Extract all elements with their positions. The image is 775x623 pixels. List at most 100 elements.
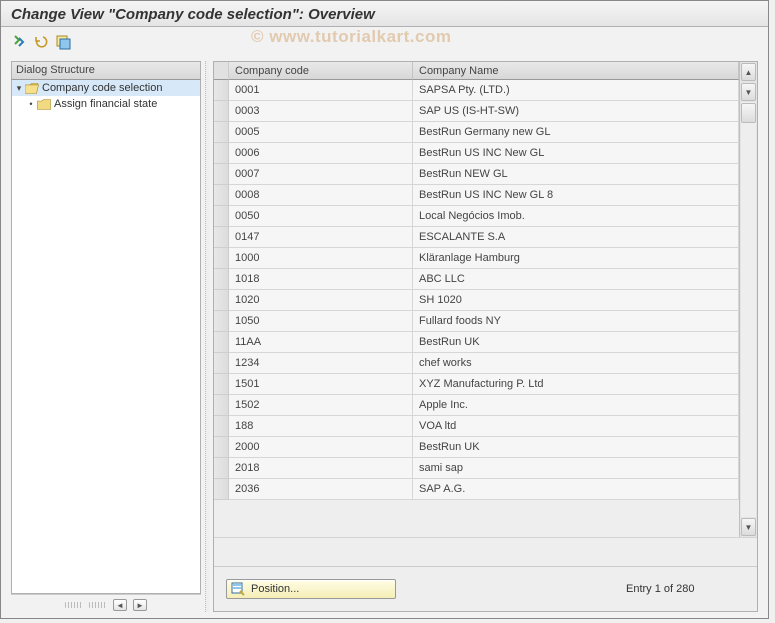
cell-company-code[interactable]: 1501	[229, 374, 413, 395]
row-handle[interactable]	[214, 311, 229, 332]
other-entries-icon[interactable]	[11, 34, 27, 50]
row-handle[interactable]	[214, 185, 229, 206]
table-row[interactable]: 11AABestRun UK	[214, 332, 739, 353]
scroll-thumb[interactable]	[741, 103, 756, 123]
cell-company-code[interactable]: 0007	[229, 164, 413, 185]
table-row[interactable]: 1050Fullard foods NY	[214, 311, 739, 332]
cell-company-name[interactable]: BestRun NEW GL	[413, 164, 739, 185]
row-handle[interactable]	[214, 395, 229, 416]
scroll-down-end-button[interactable]: ▼	[741, 518, 756, 536]
cell-company-name[interactable]: BestRun US INC New GL 8	[413, 185, 739, 206]
row-handle[interactable]	[214, 374, 229, 395]
cell-company-name[interactable]: sami sap	[413, 458, 739, 479]
row-handle[interactable]	[214, 290, 229, 311]
cell-company-code[interactable]: 1018	[229, 269, 413, 290]
row-handle[interactable]	[214, 80, 229, 101]
scroll-up-button[interactable]: ▲	[741, 63, 756, 81]
table-row[interactable]: 1501XYZ Manufacturing P. Ltd	[214, 374, 739, 395]
tree-node-company-code-selection[interactable]: ▾ Company code selection	[12, 80, 200, 96]
table-row[interactable]: 0147ESCALANTE S.A	[214, 227, 739, 248]
cell-company-code[interactable]: 0006	[229, 143, 413, 164]
cell-company-name[interactable]: BestRun US INC New GL	[413, 143, 739, 164]
scroll-left-button[interactable]: ◄	[113, 599, 127, 611]
cell-company-name[interactable]: XYZ Manufacturing P. Ltd	[413, 374, 739, 395]
cell-company-name[interactable]: BestRun UK	[413, 437, 739, 458]
cell-company-code[interactable]: 0147	[229, 227, 413, 248]
cell-company-name[interactable]: Fullard foods NY	[413, 311, 739, 332]
table-row[interactable]: 188VOA ltd	[214, 416, 739, 437]
column-header-company-name[interactable]: Company Name	[413, 62, 739, 80]
cell-company-name[interactable]: SAP US (IS-HT-SW)	[413, 101, 739, 122]
tree-node-assign-financial[interactable]: • Assign financial state	[12, 96, 200, 112]
cell-company-name[interactable]: SAP A.G.	[413, 479, 739, 500]
cell-company-code[interactable]: 0005	[229, 122, 413, 143]
row-handle[interactable]	[214, 269, 229, 290]
table-row[interactable]: 2000BestRun UK	[214, 437, 739, 458]
cell-company-code[interactable]: 0008	[229, 185, 413, 206]
table-row[interactable]: 0008BestRun US INC New GL 8	[214, 185, 739, 206]
cell-company-code[interactable]: 188	[229, 416, 413, 437]
cell-company-name[interactable]: SAPSA Pty. (LTD.)	[413, 80, 739, 101]
cell-company-code[interactable]: 0003	[229, 101, 413, 122]
row-select-header[interactable]	[214, 62, 229, 80]
table-row[interactable]: 0005BestRun Germany new GL	[214, 122, 739, 143]
table-row[interactable]: 0003SAP US (IS-HT-SW)	[214, 101, 739, 122]
row-handle[interactable]	[214, 101, 229, 122]
row-handle[interactable]	[214, 227, 229, 248]
table-row[interactable]: 1018ABC LLC	[214, 269, 739, 290]
cell-company-code[interactable]: 1234	[229, 353, 413, 374]
table-row[interactable]: 0007BestRun NEW GL	[214, 164, 739, 185]
cell-company-code[interactable]: 2018	[229, 458, 413, 479]
vertical-scrollbar[interactable]: ▲ ▼ ▼	[739, 62, 757, 537]
cell-company-code[interactable]: 1000	[229, 248, 413, 269]
table-row[interactable]: 0001SAPSA Pty. (LTD.)	[214, 80, 739, 101]
cell-company-name[interactable]: Apple Inc.	[413, 395, 739, 416]
cell-company-code[interactable]: 0001	[229, 80, 413, 101]
cell-company-name[interactable]: SH 1020	[413, 290, 739, 311]
scroll-down-button[interactable]: ▼	[741, 83, 756, 101]
row-handle[interactable]	[214, 332, 229, 353]
select-all-icon[interactable]	[55, 34, 71, 50]
resize-grip[interactable]	[89, 602, 107, 608]
position-button[interactable]: Position...	[226, 579, 396, 599]
row-handle[interactable]	[214, 353, 229, 374]
table-row[interactable]: 1502Apple Inc.	[214, 395, 739, 416]
row-handle[interactable]	[214, 143, 229, 164]
table-row[interactable]: 0006BestRun US INC New GL	[214, 143, 739, 164]
cell-company-name[interactable]: Local Negócios Imob.	[413, 206, 739, 227]
cell-company-code[interactable]: 1502	[229, 395, 413, 416]
scroll-right-button[interactable]: ►	[133, 599, 147, 611]
scroll-track[interactable]	[741, 102, 756, 517]
cell-company-code[interactable]: 2000	[229, 437, 413, 458]
row-handle[interactable]	[214, 248, 229, 269]
row-handle[interactable]	[214, 416, 229, 437]
row-handle[interactable]	[214, 479, 229, 500]
cell-company-name[interactable]: chef works	[413, 353, 739, 374]
splitter[interactable]	[205, 61, 209, 612]
column-header-company-code[interactable]: Company code	[229, 62, 413, 80]
row-handle[interactable]	[214, 164, 229, 185]
row-handle[interactable]	[214, 122, 229, 143]
table-row[interactable]: 2018sami sap	[214, 458, 739, 479]
table-row[interactable]: 1020SH 1020	[214, 290, 739, 311]
table-row[interactable]: 1000Kläranlage Hamburg	[214, 248, 739, 269]
dialog-structure-tree[interactable]: ▾ Company code selection •	[11, 80, 201, 594]
tree-expand-icon[interactable]: ▾	[14, 83, 24, 94]
cell-company-code[interactable]: 11AA	[229, 332, 413, 353]
cell-company-name[interactable]: ESCALANTE S.A	[413, 227, 739, 248]
row-handle[interactable]	[214, 437, 229, 458]
row-handle[interactable]	[214, 458, 229, 479]
row-handle[interactable]	[214, 206, 229, 227]
resize-grip[interactable]	[65, 602, 83, 608]
cell-company-name[interactable]: ABC LLC	[413, 269, 739, 290]
cell-company-name[interactable]: Kläranlage Hamburg	[413, 248, 739, 269]
table-row[interactable]: 2036SAP A.G.	[214, 479, 739, 500]
cell-company-code[interactable]: 1050	[229, 311, 413, 332]
cell-company-name[interactable]: BestRun Germany new GL	[413, 122, 739, 143]
table-row[interactable]: 1234chef works	[214, 353, 739, 374]
table-row[interactable]: 0050Local Negócios Imob.	[214, 206, 739, 227]
cell-company-name[interactable]: BestRun UK	[413, 332, 739, 353]
cell-company-code[interactable]: 2036	[229, 479, 413, 500]
cell-company-code[interactable]: 0050	[229, 206, 413, 227]
undo-icon[interactable]	[33, 34, 49, 50]
